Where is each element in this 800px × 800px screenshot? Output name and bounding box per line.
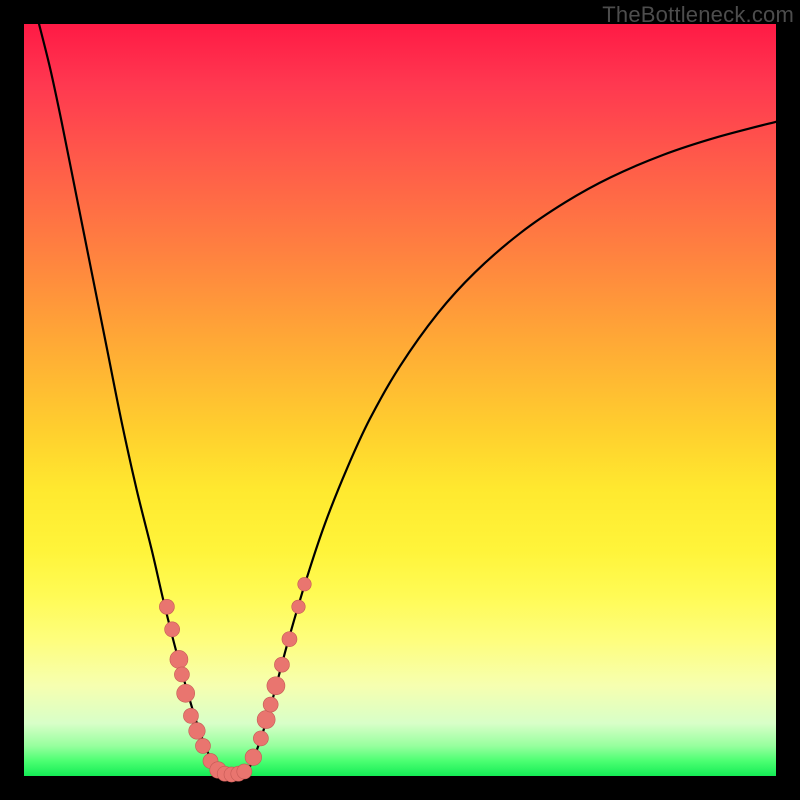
chart-overlay: [24, 24, 776, 776]
data-point: [195, 738, 210, 753]
data-point: [189, 723, 206, 740]
data-point: [245, 749, 262, 766]
data-point: [274, 657, 289, 672]
data-point: [170, 650, 188, 668]
data-point: [292, 600, 306, 614]
data-point: [237, 764, 252, 779]
data-point: [159, 599, 174, 614]
data-point: [298, 577, 312, 591]
bottleneck-curve: [39, 24, 776, 775]
data-point: [263, 697, 278, 712]
data-points: [159, 577, 311, 782]
data-point: [253, 731, 268, 746]
data-point: [183, 708, 198, 723]
data-point: [267, 677, 285, 695]
data-point: [174, 667, 189, 682]
data-point: [165, 622, 180, 637]
data-point: [257, 711, 275, 729]
data-point: [177, 684, 195, 702]
data-point: [282, 632, 297, 647]
chart-frame: TheBottleneck.com: [0, 0, 800, 800]
